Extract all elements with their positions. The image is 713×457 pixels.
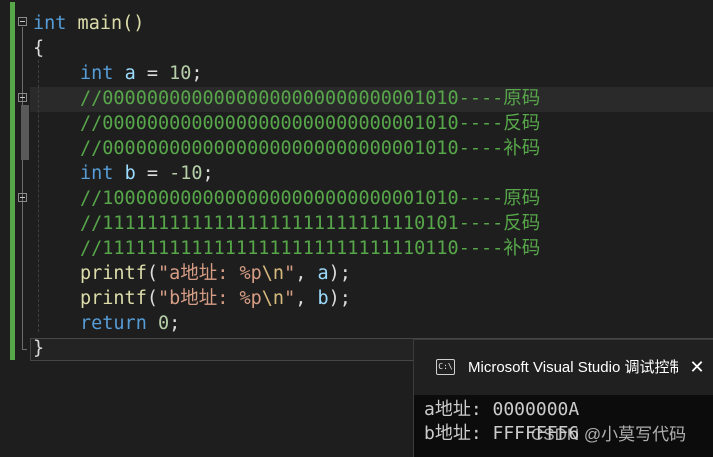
code-line-6[interactable]: //00000000000000000000000000001010----补码 [80,136,540,161]
indent-guide [38,60,39,332]
string-quote: " [284,288,296,309]
keyword: return [80,313,147,334]
escape-sequence: \n [261,288,285,309]
operator: = [135,163,170,184]
code-line-10[interactable]: //11111111111111111111111111110110----补码 [80,236,540,261]
paren-close: ); [328,288,351,309]
console-title: Microsoft Visual Studio 调试控制台 [468,359,678,376]
keyword: int [80,63,114,84]
code-line-11[interactable]: printf("a地址: %p\n", a); [80,261,351,286]
string-literal: "b地址: %p [157,288,262,309]
code-line-4[interactable]: //00000000000000000000000000001010----原码 [80,86,540,111]
code-line-14[interactable]: } [33,336,44,361]
brace: { [33,38,45,59]
code-line-9[interactable]: //11111111111111111111111111110101----反码 [80,211,540,236]
function-name: printf [80,288,147,309]
close-icon[interactable]: ✕ [686,356,708,378]
keyword: int [80,163,114,184]
outline-margin [16,0,30,360]
paren: ( [146,288,158,309]
code-line-7[interactable]: int b = -10; [80,161,214,186]
code-line-5[interactable]: //00000000000000000000000000001010----反码 [80,111,540,136]
console-app-icon: C:\ [436,359,455,375]
variable: b [317,288,329,309]
number: 10 [169,63,192,84]
code-line-1[interactable]: int main() [33,11,144,36]
keyword: int [33,13,67,34]
string-quote: " [284,263,296,284]
watermark: CSDN @小莫写代码 [531,425,687,444]
code-line-2[interactable]: { [33,36,44,61]
outline-selection-marker [21,105,29,160]
outline-line-end [22,349,27,350]
paren-close: ); [328,263,351,284]
code-line-12[interactable]: printf("b地址: %p\n", b); [80,286,351,311]
operator: = [135,63,170,84]
separator: , [295,263,318,284]
variable: b [124,163,136,184]
console-output-line-1: a地址: 0000000A [424,399,580,420]
collapse-icon[interactable] [18,93,27,102]
variable: a [124,63,136,84]
separator: , [295,288,318,309]
collapse-icon[interactable] [18,193,27,202]
code-line-8[interactable]: //10000000000000000000000000001010----原码 [80,186,540,211]
outline-line [22,27,23,349]
semicolon: ; [191,63,203,84]
semicolon: ; [169,313,181,334]
debug-console-window[interactable]: C:\ Microsoft Visual Studio 调试控制台 ✕ a地址:… [413,339,713,457]
paren: ( [146,263,158,284]
function-name: printf [80,263,147,284]
number: -10 [169,163,203,184]
semicolon: ; [202,163,214,184]
collapse-icon[interactable] [18,17,27,26]
code-line-3[interactable]: int a = 10; [80,61,203,86]
escape-sequence: \n [261,263,285,284]
change-tracking-bar [10,2,15,360]
function-signature: main() [66,13,145,34]
number: 0 [157,313,170,334]
console-titlebar[interactable]: C:\ Microsoft Visual Studio 调试控制台 ✕ [414,340,713,395]
string-literal: "a地址: %p [157,263,262,284]
code-line-13[interactable]: return 0; [80,311,180,336]
variable: a [317,263,329,284]
brace: } [33,338,45,359]
